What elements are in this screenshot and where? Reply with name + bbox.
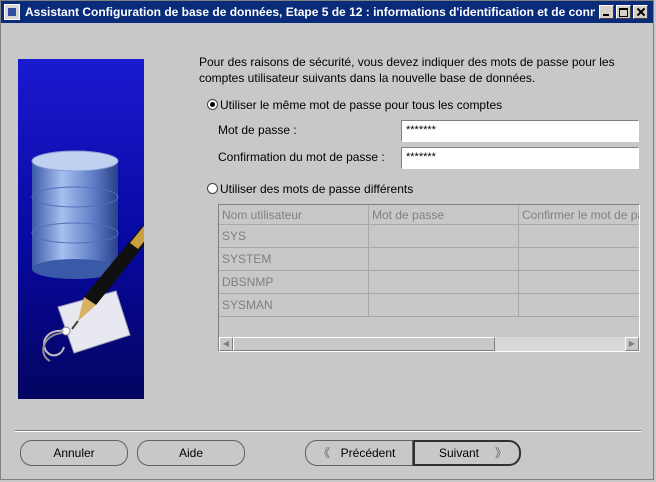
help-button[interactable]: Aide — [137, 440, 245, 466]
table-cell-password[interactable] — [369, 271, 519, 294]
table-cell-password[interactable] — [369, 225, 519, 248]
next-button[interactable]: Suivant 》 — [413, 440, 521, 466]
scroll-right-icon[interactable]: ▶ — [625, 337, 639, 351]
database-pen-icon — [31, 150, 144, 362]
scroll-left-icon[interactable]: ◀ — [219, 337, 233, 351]
table-header: Nom utilisateur Mot de passe Confirmer l… — [219, 205, 639, 225]
same-password-radio[interactable] — [207, 99, 218, 110]
intro-text: Pour des raisons de sécurité, vous devez… — [199, 55, 615, 85]
wizard-window: Assistant Configuration de base de donné… — [0, 0, 654, 480]
horizontal-scrollbar[interactable]: ◀ ▶ — [219, 337, 639, 351]
chevron-left-icon: 《 — [318, 446, 331, 460]
confirm-password-label: Confirmation du mot de passe : — [218, 150, 385, 164]
title-bar[interactable]: Assistant Configuration de base de donné… — [1, 1, 653, 23]
password-label: Mot de passe : — [218, 123, 297, 137]
table-cell-confirm[interactable] — [519, 248, 639, 271]
footer-divider — [15, 430, 641, 432]
table-cell-confirm[interactable] — [519, 225, 639, 248]
table-cell-username: SYS — [219, 225, 369, 248]
table-row: SYS — [219, 225, 639, 248]
different-passwords-radio[interactable] — [207, 183, 218, 194]
app-icon[interactable] — [4, 4, 20, 20]
close-button[interactable] — [633, 5, 648, 19]
confirm-password-field[interactable]: ******* — [401, 147, 639, 169]
table-row: SYSMAN — [219, 294, 639, 317]
column-header-username[interactable]: Nom utilisateur — [219, 205, 369, 225]
table-cell-username: DBSNMP — [219, 271, 369, 294]
password-field[interactable]: ******* — [401, 120, 639, 142]
column-header-password[interactable]: Mot de passe — [369, 205, 519, 225]
table-cell-confirm[interactable] — [519, 294, 639, 317]
table-cell-password[interactable] — [369, 294, 519, 317]
table-cell-username: SYSMAN — [219, 294, 369, 317]
table-cell-username: SYSTEM — [219, 248, 369, 271]
column-header-confirm[interactable]: Confirmer le mot de passe — [519, 205, 639, 225]
different-passwords-label[interactable]: Utiliser des mots de passe différents — [220, 182, 413, 196]
back-button[interactable]: 《 Précédent — [305, 440, 413, 466]
scrollbar-thumb[interactable] — [233, 337, 495, 351]
back-button-label: Précédent — [340, 446, 396, 460]
same-password-label[interactable]: Utiliser le même mot de passe pour tous … — [220, 98, 502, 112]
cancel-button[interactable]: Annuler — [20, 440, 128, 466]
table-cell-confirm[interactable] — [519, 271, 639, 294]
minimize-button[interactable] — [599, 5, 614, 19]
table-row: DBSNMP — [219, 271, 639, 294]
wizard-illustration — [18, 59, 144, 399]
window-title: Assistant Configuration de base de donné… — [25, 5, 595, 19]
table-row: SYSTEM — [219, 248, 639, 271]
table-cell-password[interactable] — [369, 248, 519, 271]
maximize-button[interactable] — [616, 5, 631, 19]
next-button-label: Suivant — [438, 446, 480, 460]
chevron-right-icon: 》 — [494, 446, 507, 460]
accounts-table: Nom utilisateur Mot de passe Confirmer l… — [218, 204, 640, 352]
